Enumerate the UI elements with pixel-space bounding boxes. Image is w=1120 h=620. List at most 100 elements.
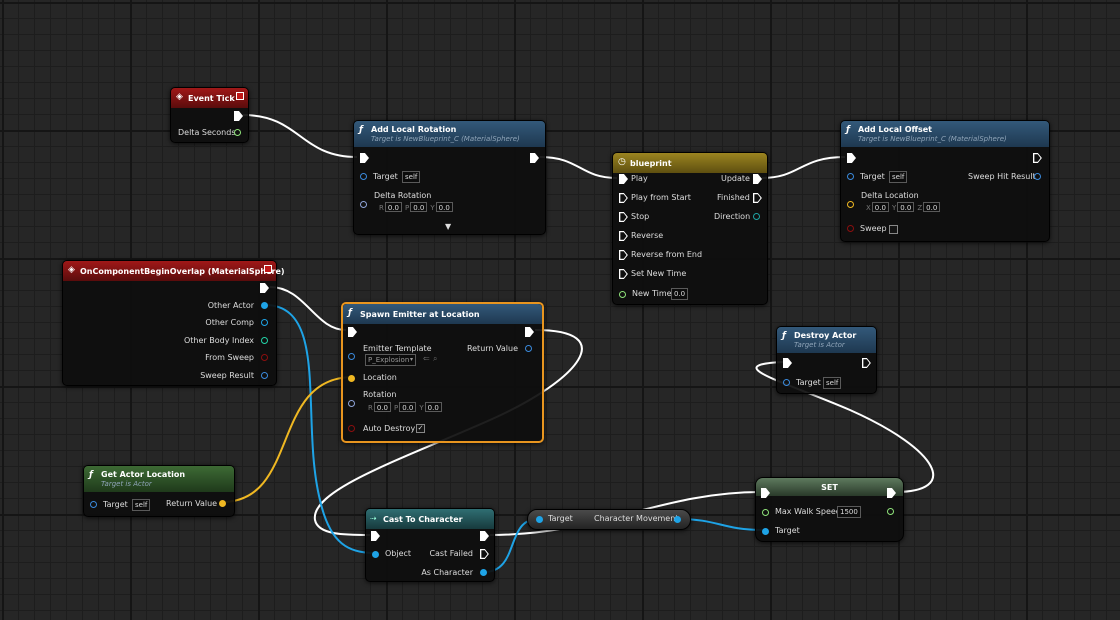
target-pin[interactable] [360, 173, 367, 180]
spawn-emitter-node[interactable]: ƒ Spawn Emitter at Location Emitter Temp… [341, 302, 544, 443]
exec-out-pin[interactable] [480, 531, 489, 541]
target-self-field[interactable]: self [889, 171, 908, 183]
node-subtitle: Target is Actor [794, 341, 845, 349]
max-walk-speed-pin[interactable] [762, 509, 769, 516]
other-body-index-label: Other Body Index [183, 336, 254, 345]
get-actor-location-node[interactable]: ƒ Get Actor Location Target is Actor Tar… [83, 465, 235, 517]
target-pin[interactable] [90, 501, 97, 508]
destroy-actor-node[interactable]: ƒ Destroy Actor Target is Actor Target s… [776, 326, 877, 394]
expand-arrow-icon[interactable]: ▼ [445, 222, 451, 232]
target-label: Target [103, 500, 128, 509]
target-self-field[interactable]: self [132, 499, 151, 511]
use-asset-arrow-icon[interactable]: ⇐ [423, 354, 430, 364]
other-body-index-pin[interactable] [261, 337, 268, 344]
add-local-offset-node[interactable]: ƒ Add Local Offset Target is NewBlueprin… [840, 120, 1050, 242]
update-label: Update [721, 174, 750, 183]
event-tick-node[interactable]: ◈ Event Tick Delta Seconds [170, 87, 249, 143]
pitch-field[interactable]: 0.0 [410, 202, 428, 212]
target-label: Target [373, 172, 398, 181]
location-pin[interactable] [348, 375, 355, 382]
node-title: blueprint [630, 159, 672, 168]
return-value-pin[interactable] [525, 345, 532, 352]
as-character-pin[interactable] [480, 569, 487, 576]
emitter-template-dropdown[interactable]: P_Explosion [365, 354, 416, 366]
target-pin[interactable] [783, 379, 790, 386]
overlap-event-node[interactable]: ◈ OnComponentBeginOverlap (MaterialSpher… [62, 260, 285, 386]
pitch-field[interactable]: 0.0 [399, 402, 417, 412]
y-field[interactable]: 0.0 [897, 202, 915, 212]
yaw-field[interactable]: 0.0 [424, 402, 442, 412]
character-movement-pin[interactable] [674, 516, 681, 523]
roll-field[interactable]: 0.0 [384, 202, 403, 212]
update-pin[interactable] [753, 174, 762, 184]
rotation-pin[interactable] [348, 400, 355, 407]
set-header: SET [756, 478, 903, 496]
target-self-field[interactable]: self [402, 171, 421, 183]
play-pin[interactable] [619, 174, 628, 184]
exec-out-pin[interactable] [530, 153, 539, 163]
function-icon: ƒ [348, 308, 352, 318]
new-time-pin[interactable] [619, 291, 626, 298]
dropdown-arrow-icon[interactable]: ▾ [410, 355, 413, 365]
get-actor-location-header: ƒ Get Actor Location Target is Actor [84, 466, 234, 492]
node-subtitle: Target is Actor [101, 480, 152, 488]
return-value-label: Return Value [166, 499, 218, 508]
finished-pin[interactable] [753, 193, 762, 203]
z-field[interactable]: 0.0 [923, 202, 941, 212]
delta-seconds-pin[interactable] [234, 129, 241, 136]
add-local-rotation-node[interactable]: ƒ Add Local Rotation Target is NewBluepr… [353, 120, 546, 235]
sweep-hit-result-pin[interactable] [1034, 173, 1041, 180]
set-new-time-pin[interactable] [619, 269, 628, 279]
auto-destroy-checkbox[interactable]: ✓ [416, 424, 425, 433]
target-self-field[interactable]: self [823, 377, 842, 389]
play-from-start-pin[interactable] [619, 193, 628, 203]
delta-location-pin[interactable] [847, 201, 854, 208]
max-walk-speed-out-pin[interactable] [887, 508, 894, 515]
play-label: Play [631, 174, 648, 183]
stop-label: Stop [631, 212, 650, 221]
stop-pin[interactable] [619, 212, 628, 222]
cast-to-character-node[interactable]: ⇢ Cast To Character Object Cast Failed A… [365, 508, 495, 582]
exec-out-pin[interactable] [234, 111, 243, 121]
exec-in-pin[interactable] [783, 358, 792, 368]
exec-out-pin[interactable] [260, 283, 269, 293]
exec-out-pin[interactable] [862, 358, 871, 368]
exec-in-pin[interactable] [348, 327, 357, 337]
character-movement-getter-node[interactable]: Target Character Movement [527, 509, 691, 530]
roll-field[interactable]: 0.0 [373, 402, 392, 412]
function-icon: ƒ [782, 331, 786, 341]
direction-pin[interactable] [753, 213, 760, 220]
target-pin[interactable] [536, 516, 543, 523]
emitter-template-pin[interactable] [348, 353, 355, 360]
exec-in-pin[interactable] [847, 153, 856, 163]
other-comp-pin[interactable] [261, 319, 268, 326]
reverse-from-end-pin[interactable] [619, 250, 628, 260]
reverse-pin[interactable] [619, 231, 628, 241]
delta-seconds-label: Delta Seconds [178, 128, 236, 137]
cast-to-character-header: ⇢ Cast To Character [366, 509, 494, 529]
timeline-node[interactable]: ◷ blueprint Play Play from Start Stop Re… [612, 152, 768, 305]
x-field[interactable]: 0.0 [871, 202, 889, 212]
sweep-checkbox[interactable] [889, 225, 898, 234]
target-pin[interactable] [762, 528, 769, 535]
new-time-field[interactable]: 0.0 [671, 288, 689, 300]
object-pin[interactable] [372, 551, 379, 558]
sweep-pin[interactable] [847, 225, 854, 232]
as-character-label: As Character [421, 568, 473, 577]
other-actor-pin[interactable] [261, 302, 268, 309]
exec-in-pin[interactable] [371, 531, 380, 541]
exec-out-pin[interactable] [1033, 153, 1042, 163]
cast-failed-pin[interactable] [480, 549, 489, 559]
browse-asset-icon[interactable]: ⌕ [433, 354, 437, 364]
auto-destroy-pin[interactable] [348, 425, 355, 432]
from-sweep-pin[interactable] [261, 354, 268, 361]
return-value-pin[interactable] [219, 500, 226, 507]
set-node[interactable]: SET Max Walk Speed 1500 Target [755, 477, 904, 542]
sweep-result-pin[interactable] [261, 372, 268, 379]
max-walk-speed-field[interactable]: 1500 [837, 506, 861, 518]
exec-out-pin[interactable] [525, 327, 534, 337]
yaw-field[interactable]: 0.0 [435, 202, 453, 212]
delta-rotation-pin[interactable] [360, 201, 367, 208]
exec-in-pin[interactable] [360, 153, 369, 163]
target-pin[interactable] [847, 173, 854, 180]
